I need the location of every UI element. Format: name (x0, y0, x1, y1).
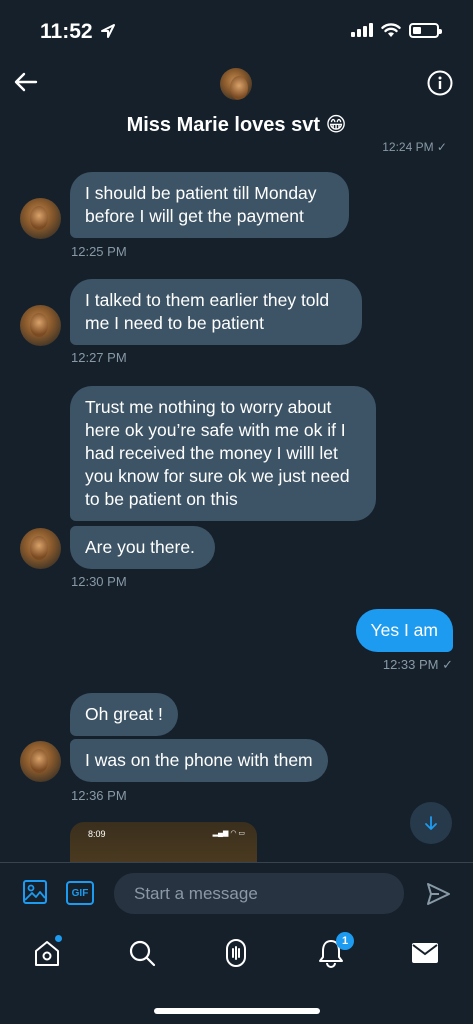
message-bubble[interactable]: Trust me nothing to worry about here ok … (70, 386, 376, 521)
avatar[interactable] (20, 741, 61, 782)
avatar[interactable] (20, 305, 61, 346)
gif-button[interactable]: GIF (66, 881, 94, 905)
spaces-icon[interactable] (221, 938, 251, 968)
message-bubble[interactable]: I talked to them earlier they told me I … (70, 279, 362, 345)
message-time: 12:25 PM (71, 244, 127, 259)
scroll-to-bottom-button[interactable] (410, 802, 452, 844)
header-avatar[interactable] (220, 68, 252, 100)
avatar[interactable] (20, 198, 61, 239)
notification-count-badge: 1 (336, 932, 354, 950)
message-time: 12:33 PM ✓ (382, 657, 453, 672)
home-unread-dot (55, 935, 62, 942)
message-text: Yes I am (370, 620, 438, 640)
status-time-text: 11:52 (40, 20, 93, 43)
conversation-title[interactable]: Miss Marie loves svt 😁 (0, 112, 473, 137)
message-time: 12:36 PM (71, 788, 127, 803)
previous-message-time: 12:24 PM ✓ (382, 140, 447, 154)
message-text: I was on the phone with them (85, 750, 313, 770)
message-bubble-outgoing[interactable]: Yes I am (355, 609, 453, 652)
message-bubble[interactable]: Are you there. (70, 526, 215, 569)
preview-status-icons: ▂▄▆ ◠ ▭ (212, 830, 245, 837)
message-bubble[interactable]: I was on the phone with them (70, 739, 328, 782)
message-time: 12:30 PM (71, 574, 127, 589)
search-icon[interactable] (127, 938, 157, 968)
message-bubble[interactable]: I should be patient till Monday before I… (70, 172, 349, 238)
message-text: I talked to them earlier they told me I … (85, 290, 330, 333)
message-bubble[interactable]: Oh great ! (70, 693, 178, 736)
cellular-signal-icon (351, 23, 373, 37)
message-time: 12:27 PM (71, 350, 127, 365)
message-input[interactable] (114, 873, 404, 914)
back-arrow-icon[interactable] (12, 68, 40, 96)
wifi-icon (381, 23, 401, 37)
home-icon[interactable] (32, 938, 62, 968)
arrow-down-icon (425, 816, 437, 830)
status-icons (351, 22, 442, 38)
message-text: I should be patient till Monday before I… (85, 183, 317, 226)
status-time: 11:52 (40, 20, 116, 44)
message-text: Trust me nothing to worry about here ok … (85, 397, 350, 509)
message-composer: GIF (0, 862, 473, 924)
status-bar: 11:52 (0, 0, 473, 60)
image-icon[interactable] (22, 879, 48, 905)
home-indicator (154, 1008, 320, 1014)
messages-envelope-icon[interactable] (410, 938, 440, 968)
location-arrow-icon (101, 24, 116, 38)
conversation-header: Miss Marie loves svt 😁 (0, 60, 473, 148)
message-text: Are you there. (85, 537, 195, 557)
send-icon[interactable] (425, 881, 451, 907)
preview-time: 8:09 (88, 829, 106, 839)
info-icon[interactable] (427, 70, 453, 96)
avatar[interactable] (20, 528, 61, 569)
bottom-tab-bar: 1 (0, 924, 473, 1024)
battery-icon (409, 22, 442, 38)
message-text: Oh great ! (85, 704, 163, 724)
image-message-preview[interactable]: 8:09 ▂▄▆ ◠ ▭ (70, 822, 257, 864)
